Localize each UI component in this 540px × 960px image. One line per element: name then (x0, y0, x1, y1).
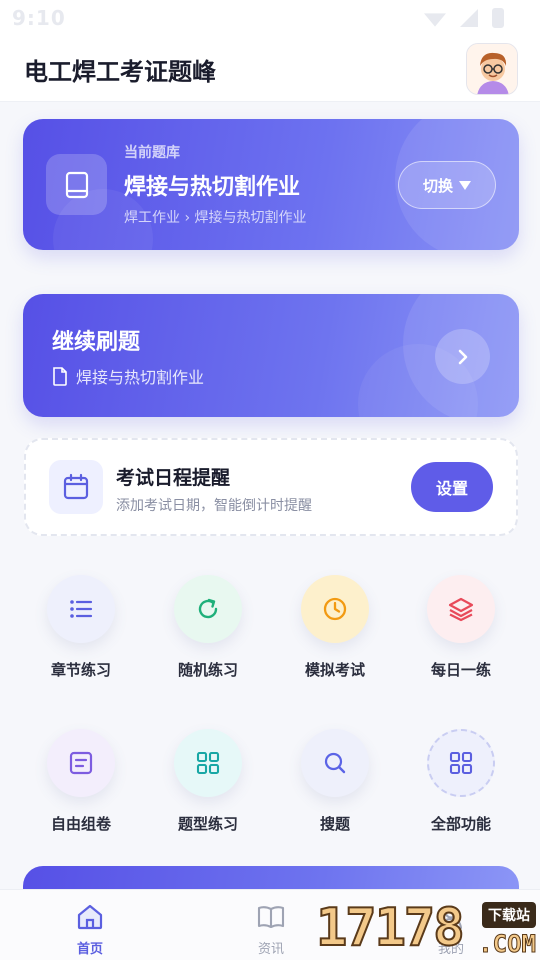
bank-label: 当前题库 (124, 145, 180, 161)
signal-icon (460, 9, 478, 27)
bank-name: 焊接与热切割作业 (124, 175, 301, 200)
watermark-number: 17178 (315, 897, 466, 959)
tab-label: 首页 (76, 942, 103, 957)
feature-chapter-practice[interactable]: 章节练习 (31, 575, 131, 680)
status-bar: 9:10 (0, 0, 540, 36)
status-time: 9:10 (12, 6, 66, 30)
watermark-suffix: .COM (478, 930, 537, 959)
document-icon (53, 366, 67, 386)
exam-reminder-title: 考试日程提醒 (116, 467, 231, 489)
apps-icon (427, 729, 495, 797)
feature-label: 全部功能 (430, 815, 491, 833)
app-header: 电工焊工考证题峰 (0, 36, 540, 102)
watermark-badge: 下载站 (482, 902, 536, 928)
feature-label: 题型练习 (177, 815, 238, 833)
switch-label: 切换 (422, 176, 453, 195)
book-icon (46, 154, 107, 215)
paper-icon (47, 729, 115, 797)
watermark-logo: 17178 下载站 .COM (315, 896, 540, 960)
feature-label: 搜题 (319, 815, 350, 833)
feature-question-type[interactable]: 题型练习 (158, 729, 258, 834)
chevron-right-icon (458, 349, 467, 364)
feature-all-functions[interactable]: 全部功能 (411, 729, 511, 834)
feature-label: 自由组卷 (50, 815, 111, 833)
tab-home[interactable]: 首页 (50, 902, 130, 957)
clock-icon (301, 575, 369, 643)
avatar[interactable] (466, 43, 518, 95)
caret-down-icon (459, 180, 471, 190)
tab-news[interactable]: 资讯 (231, 902, 311, 957)
feature-label: 章节练习 (50, 661, 111, 679)
feature-daily-practice[interactable]: 每日一练 (411, 575, 511, 680)
continue-subtitle-row: 焊接与热切割作业 (52, 364, 204, 388)
wifi-icon (424, 9, 446, 27)
feature-search-question[interactable]: 搜题 (285, 729, 385, 834)
list-icon (47, 575, 115, 643)
exam-reminder-subtitle: 添加考试日期，智能倒计时提醒 (116, 498, 312, 514)
exam-reminder-card: 考试日程提醒 添加考试日期，智能倒计时提醒 设置 (24, 438, 518, 536)
switch-bank-button[interactable]: 切换 (398, 161, 496, 209)
refresh-icon (174, 575, 242, 643)
feature-label: 每日一练 (430, 661, 491, 679)
bank-breadcrumb: 焊工作业 › 焊接与热切割作业 (124, 210, 307, 226)
continue-arrow-button[interactable] (435, 329, 490, 384)
status-icons (424, 8, 504, 28)
continue-practice-card[interactable]: 继续刷题 焊接与热切割作业 (23, 294, 519, 417)
grid-icon (174, 729, 242, 797)
avatar-image (467, 44, 517, 94)
layers-icon (427, 575, 495, 643)
feature-label: 模拟考试 (304, 661, 365, 679)
book-icon (257, 906, 285, 929)
continue-subtitle: 焊接与热切割作业 (76, 368, 205, 387)
question-bank-card: 当前题库 焊接与热切割作业 焊工作业 › 焊接与热切割作业 切换 (23, 119, 519, 250)
continue-title: 继续刷题 (52, 330, 141, 355)
tab-label: 资讯 (257, 942, 284, 957)
feature-label: 随机练习 (177, 661, 238, 679)
home-icon (77, 904, 103, 930)
app-title: 电工焊工考证题峰 (24, 58, 216, 86)
feature-mock-exam[interactable]: 模拟考试 (285, 575, 385, 680)
feature-random-practice[interactable]: 随机练习 (158, 575, 258, 680)
set-exam-date-button[interactable]: 设置 (411, 462, 493, 512)
calendar-icon (49, 460, 103, 514)
battery-icon (492, 8, 504, 28)
search-icon (301, 729, 369, 797)
feature-custom-paper[interactable]: 自由组卷 (31, 729, 131, 834)
